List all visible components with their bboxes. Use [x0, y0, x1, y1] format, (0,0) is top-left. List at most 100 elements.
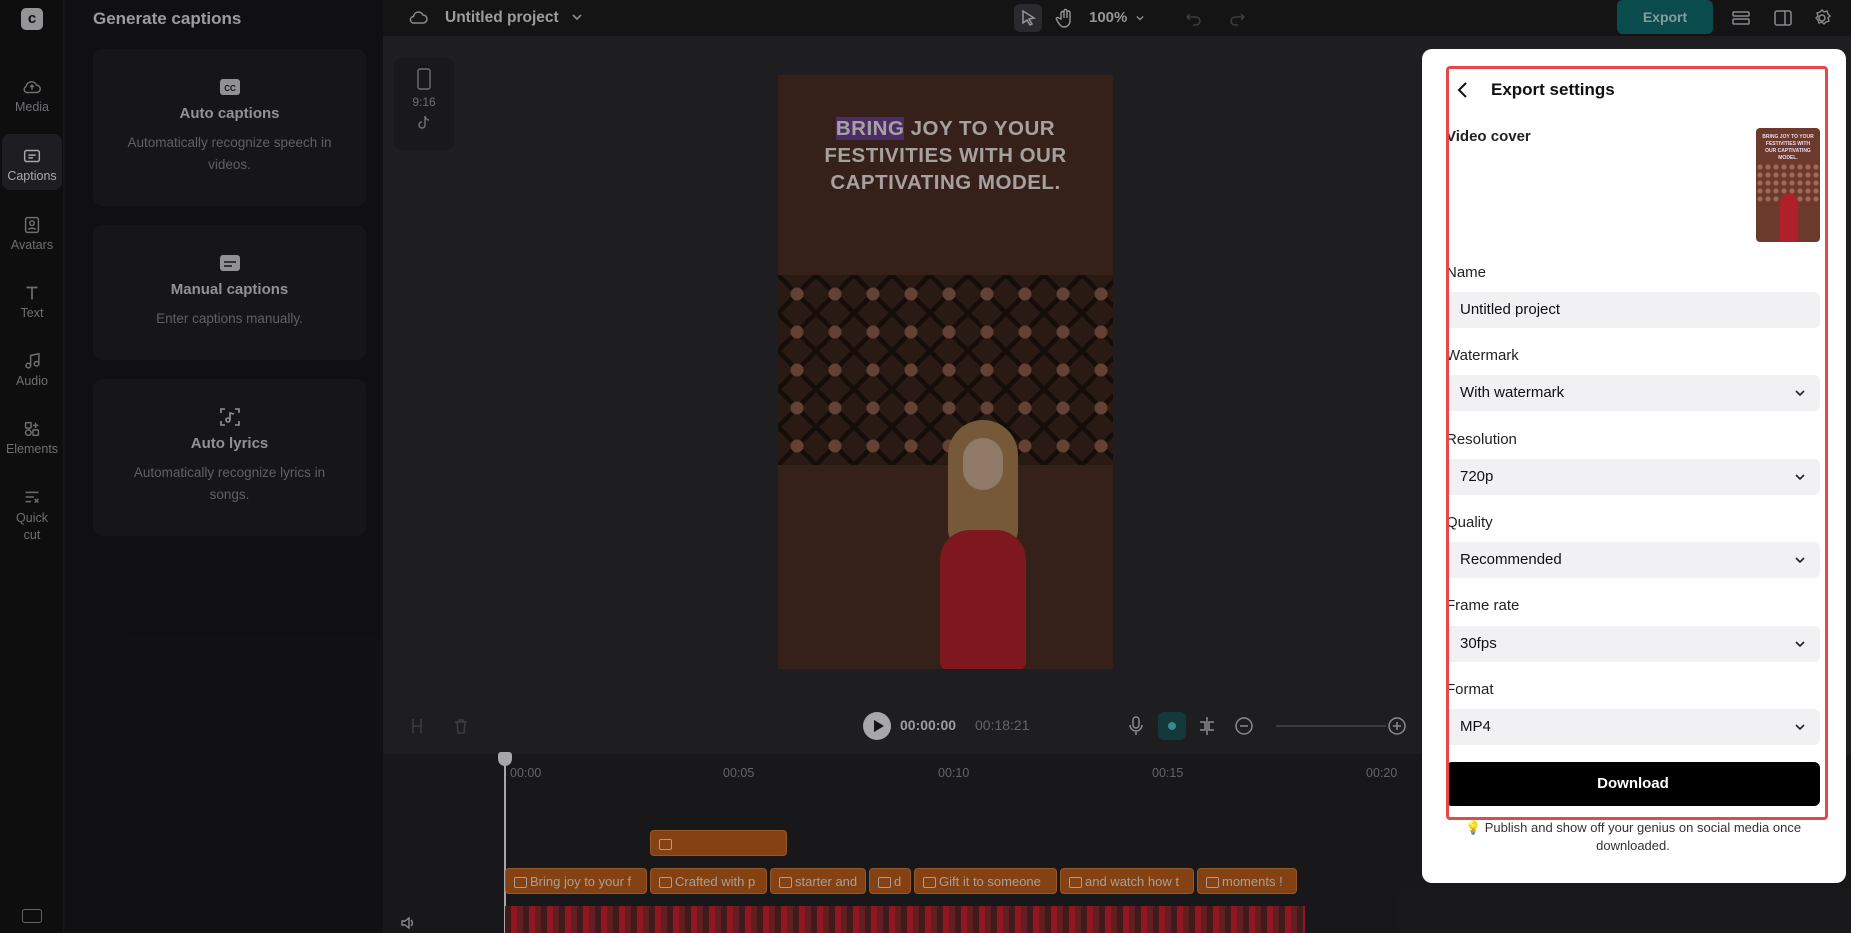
avatar-icon [21, 214, 43, 236]
cloud-sync-icon [408, 9, 428, 25]
export-label: Export [1643, 9, 1687, 25]
publish-tip: 💡 Publish and show off your genius on so… [1446, 819, 1820, 855]
svg-text:CC: CC [224, 84, 236, 93]
chevron-down-icon [1135, 14, 1145, 22]
rail-label-avatars: Avatars [11, 238, 53, 252]
keyboard-icon [219, 253, 241, 273]
layers-button[interactable] [1727, 4, 1755, 32]
resolution-select[interactable]: 720p [1446, 459, 1820, 495]
back-arrow-icon[interactable] [1455, 80, 1471, 100]
zoom-dropdown[interactable]: 100% [1089, 9, 1145, 26]
rail-item-captions[interactable]: Captions [2, 134, 62, 190]
caption-clip[interactable]: starter and [770, 868, 866, 894]
layers-icon [1727, 4, 1755, 32]
download-label: Download [1597, 775, 1669, 792]
rail-item-text[interactable]: Text [2, 282, 62, 320]
trash-icon[interactable] [451, 716, 471, 736]
play-button[interactable] [863, 712, 891, 740]
undo-icon [1180, 4, 1208, 32]
auto-lyrics-card[interactable]: Auto lyrics Automatically recognize lyri… [93, 379, 366, 536]
quality-select[interactable]: Recommended [1446, 542, 1820, 578]
microphone-icon[interactable] [1126, 715, 1146, 737]
rail-label-captions: Captions [7, 169, 56, 183]
manual-captions-card[interactable]: Manual captions Enter captions manually. [93, 225, 366, 360]
project-name-button[interactable]: Untitled project [445, 9, 583, 27]
rail-item-audio[interactable]: Audio [2, 350, 62, 388]
zoom-out-icon[interactable] [1234, 716, 1254, 736]
resolution-label: Resolution [1446, 431, 1517, 448]
auto-snap-button[interactable] [1158, 712, 1186, 740]
chevron-down-icon [571, 12, 583, 22]
rail-item-quick-cut[interactable]: Quick cut [2, 486, 62, 544]
select-tool-button[interactable] [1014, 4, 1042, 32]
chevron-down-icon [1794, 554, 1806, 566]
panel-toggle-button[interactable] [1769, 4, 1797, 32]
redo-button[interactable] [1223, 4, 1251, 32]
zoom-slider[interactable] [1276, 725, 1386, 727]
video-caption-text[interactable]: BRING JOY TO YOUR FESTIVITIES WITH OUR C… [778, 115, 1113, 196]
magnet-icon [1158, 712, 1186, 740]
auto-captions-card[interactable]: CC Auto captions Automatically recognize… [93, 49, 366, 206]
manual-captions-desc: Enter captions manually. [113, 308, 346, 330]
timeline-tick: 00:00 [510, 766, 541, 780]
timeline-tick: 00:05 [723, 766, 754, 780]
video-track-filmstrip[interactable] [505, 906, 1305, 933]
chevron-down-icon [1794, 471, 1806, 483]
caption-clip[interactable]: Gift it to someone [914, 868, 1057, 894]
volume-icon[interactable] [399, 914, 417, 932]
zoom-in-icon[interactable] [1387, 716, 1407, 736]
export-button[interactable]: Export [1617, 0, 1713, 34]
caption-clip[interactable]: Bring joy to your f [505, 868, 647, 894]
frame-rate-value: 30fps [1460, 635, 1497, 652]
resolution-value: 720p [1460, 468, 1493, 485]
video-cover-thumbnail[interactable]: BRING JOY TO YOUR FESTIVITIES WITH OUR C… [1756, 128, 1820, 242]
redo-icon [1223, 4, 1251, 32]
video-model-figure [928, 420, 1038, 669]
align-icon[interactable] [1196, 715, 1218, 737]
split-icon[interactable] [407, 716, 427, 736]
elements-icon [21, 418, 43, 440]
text-icon [21, 282, 43, 304]
aspect-ratio-label: 9:16 [394, 95, 454, 109]
cover-caption-text: BRING JOY TO YOUR FESTIVITIES WITH OUR C… [1760, 134, 1816, 162]
rail-label-media: Media [15, 100, 49, 114]
panel-title: Generate captions [93, 9, 241, 29]
text-clip[interactable] [650, 830, 787, 856]
keyboard-shortcuts-icon[interactable] [22, 909, 42, 923]
video-preview[interactable]: BRING JOY TO YOUR FESTIVITIES WITH OUR C… [778, 75, 1113, 669]
phone-icon [416, 68, 432, 90]
timeline-tick: 00:10 [938, 766, 969, 780]
cursor-icon [1014, 4, 1042, 32]
music-note-icon [21, 350, 43, 372]
caption-clip[interactable]: and watch how t [1060, 868, 1194, 894]
settings-button[interactable] [1808, 4, 1836, 32]
download-button[interactable]: Download [1446, 762, 1820, 806]
caption-clip[interactable]: moments ! [1197, 868, 1297, 894]
top-bar: Untitled project 100% Export [383, 0, 1851, 36]
text-track [505, 830, 1555, 856]
captions-icon [21, 145, 43, 167]
caption-highlight-word: BRING [836, 117, 905, 140]
rail-item-avatars[interactable]: Avatars [2, 214, 62, 252]
chevron-down-icon [1794, 387, 1806, 399]
frame-rate-select[interactable]: 30fps [1446, 626, 1820, 662]
rail-label-elements: Elements [6, 442, 58, 456]
rail-item-elements[interactable]: Elements [2, 418, 62, 456]
undo-button[interactable] [1180, 4, 1208, 32]
chevron-down-icon [1794, 638, 1806, 650]
watermark-select[interactable]: With watermark [1446, 375, 1820, 411]
aspect-ratio-selector[interactable]: 9:16 [394, 58, 454, 150]
caption-clip[interactable]: d [869, 868, 911, 894]
total-time: 00:18:21 [975, 717, 1030, 733]
captions-panel: Generate captions CC Auto captions Autom… [65, 0, 383, 933]
format-select[interactable]: MP4 [1446, 709, 1820, 745]
play-icon [863, 712, 891, 740]
hand-tool-button[interactable] [1051, 4, 1079, 32]
name-input-value: Untitled project [1460, 301, 1560, 318]
name-input[interactable]: Untitled project [1446, 292, 1820, 328]
timeline-tick: 00:20 [1366, 766, 1397, 780]
rail-item-media[interactable]: Media [2, 76, 62, 114]
watermark-label: Watermark [1446, 347, 1519, 364]
caption-clip[interactable]: Crafted with p [650, 868, 767, 894]
watermark-value: With watermark [1460, 384, 1564, 401]
